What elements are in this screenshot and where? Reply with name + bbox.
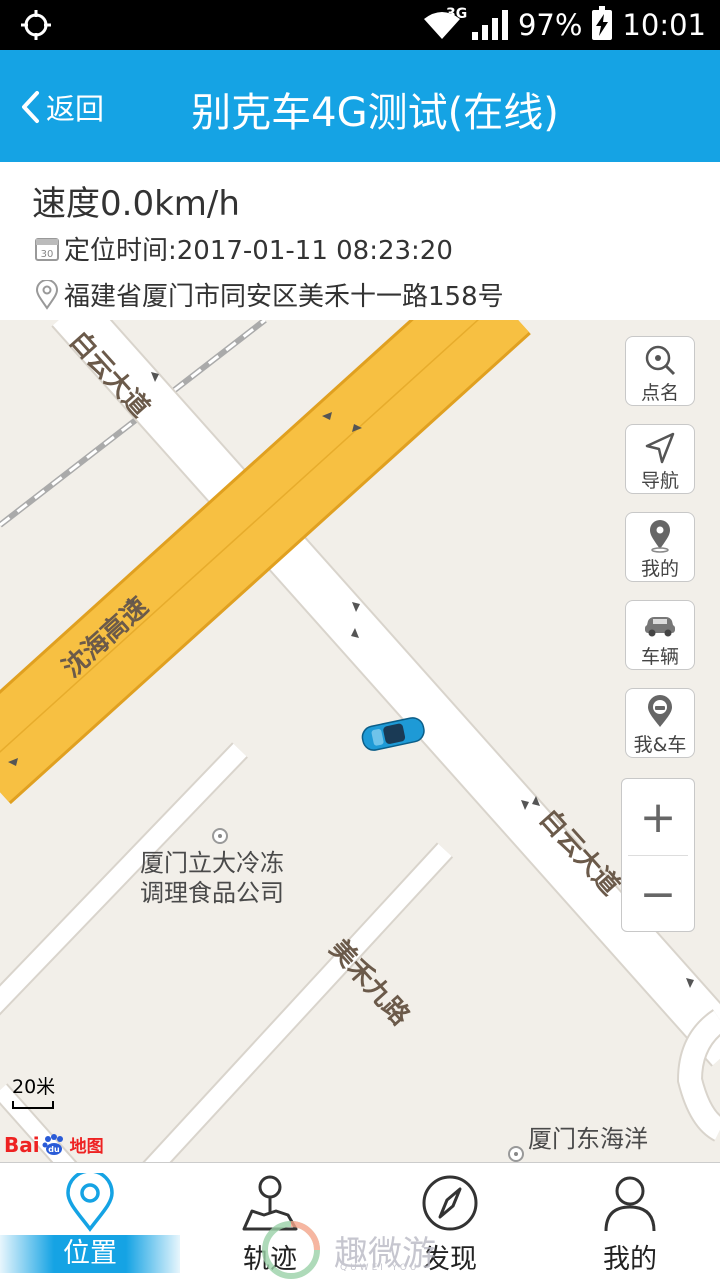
tab-label: 我的 <box>603 1244 657 1275</box>
battery-icon <box>592 6 613 40</box>
me-and-car-icon <box>648 695 672 727</box>
car-marker-icon[interactable] <box>358 714 428 752</box>
my-location-icon <box>650 520 670 553</box>
speed-text: 速度0.0km/h <box>32 184 240 224</box>
poi-marker[interactable] <box>508 1146 524 1162</box>
calendar-icon: 30 <box>35 237 59 261</box>
navigation-button[interactable]: 导航 <box>625 424 695 494</box>
control-label: 导航 <box>640 470 679 492</box>
watermark: 趣微游 QUWEI YOU <box>262 1221 436 1279</box>
address-row: 福建省厦门市同安区美禾十一路158号 <box>34 276 504 313</box>
control-label: 车辆 <box>640 646 679 668</box>
zoom-out-button[interactable]: − <box>622 856 694 932</box>
brand-text: Bai <box>4 1132 40 1157</box>
poi-marker[interactable] <box>212 828 228 844</box>
brand-du: du <box>48 1145 60 1154</box>
address-text: 福建省厦门市同安区美禾十一路158号 <box>64 282 504 312</box>
location-pin-outline-icon <box>35 279 59 310</box>
location-pin-icon <box>66 1173 114 1232</box>
watermark-subtext: QUWEI YOU <box>340 1263 420 1273</box>
scale-text: 20米 <box>12 1076 56 1098</box>
battery-percent: 97% <box>517 8 583 42</box>
control-label: 我&车 <box>633 734 687 756</box>
user-icon <box>604 1176 656 1232</box>
map-scale: 20米 <box>12 1072 55 1109</box>
locate-time-row: 30 定位时间:2017-01-11 08:23:20 <box>34 230 453 267</box>
car-icon <box>645 617 675 637</box>
page-title: 别克车4G测试(在线) <box>191 90 559 136</box>
locate-time-text: 定位时间:2017-01-11 08:23:20 <box>64 236 453 266</box>
gps-target-icon <box>21 10 51 40</box>
search-location-button[interactable]: 点名 <box>625 336 695 406</box>
zoom-control: + − <box>621 778 695 932</box>
search-location-icon <box>645 345 676 376</box>
poi-label[interactable]: 厦门东海洋 <box>528 1124 648 1154</box>
control-label: 点名 <box>640 382 679 404</box>
clock: 10:01 <box>622 8 706 42</box>
svg-text:30: 30 <box>41 249 54 260</box>
navigation-arrow-icon <box>645 432 675 464</box>
vehicle-button[interactable]: 车辆 <box>625 600 695 670</box>
paw-icon: du <box>42 1133 63 1155</box>
tab-location[interactable]: 位置 <box>0 1163 180 1281</box>
baidu-map-logo: Bai du 地图 <box>4 1132 104 1158</box>
me-and-car-button[interactable]: 我&车 <box>625 688 695 758</box>
brand-map-text: 地图 <box>69 1137 104 1157</box>
map-view[interactable]: 白云大道 沈海高速 白云大道 美禾九路 厦门立大冷冻 调理食品公司 厦门东海洋 … <box>0 320 720 1162</box>
tab-label: 位置 <box>0 1235 180 1273</box>
poi-label[interactable]: 厦门立大冷冻 调理食品公司 <box>140 848 284 908</box>
network-type: 3G <box>445 6 468 22</box>
control-label: 我的 <box>640 558 679 580</box>
zoom-in-button[interactable]: + <box>622 779 694 855</box>
vehicle-info-panel: 速度0.0km/h 30 定位时间:2017-01-11 08:23:20 福建… <box>0 162 720 321</box>
my-location-button[interactable]: 我的 <box>625 512 695 582</box>
app-bar: 返回 别克车4G测试(在线) <box>0 50 720 162</box>
tab-mine[interactable]: 我的 <box>540 1163 720 1281</box>
watermark-logo-icon <box>262 1221 320 1279</box>
status-bar: 3G 97% 10:01 <box>0 0 720 50</box>
signal-icon: 3G <box>446 6 508 40</box>
bottom-tab-bar: 位置 轨迹 发现 我的 趣微游 QUWEI YOU <box>0 1162 720 1281</box>
